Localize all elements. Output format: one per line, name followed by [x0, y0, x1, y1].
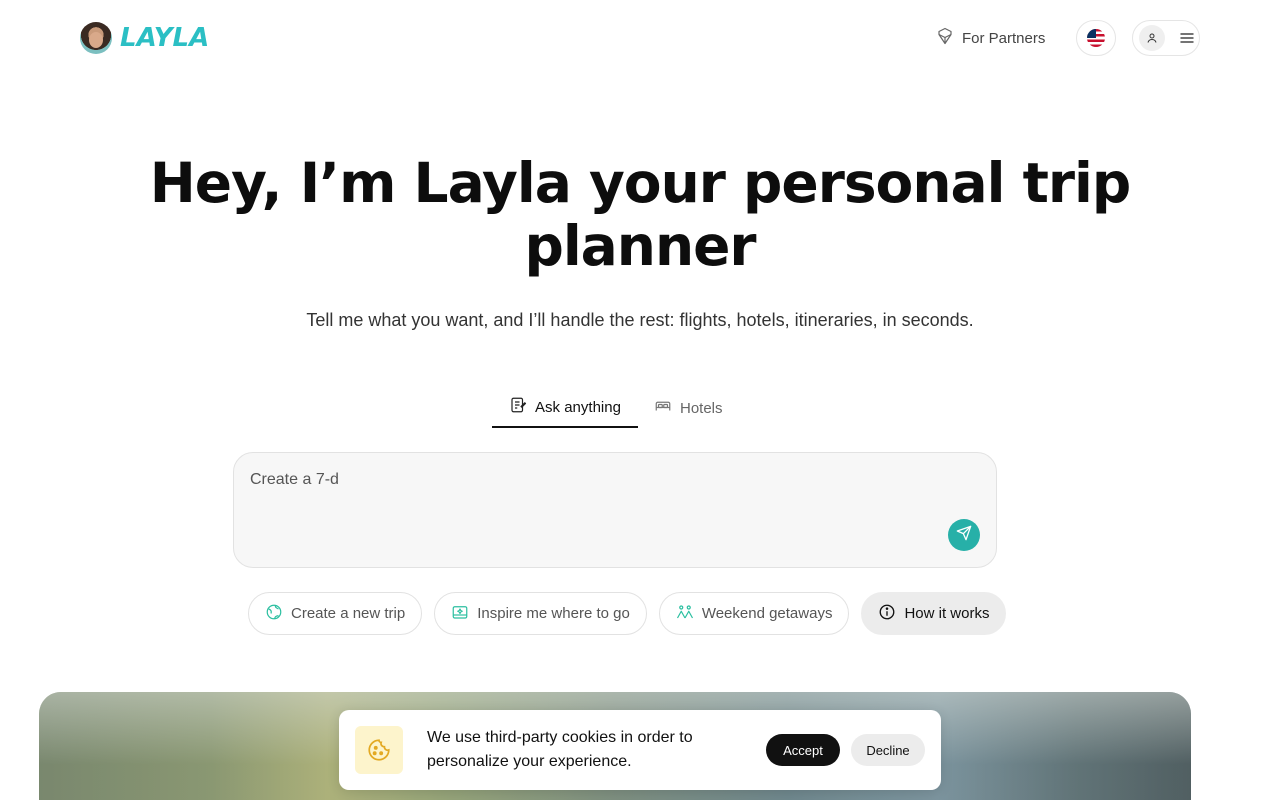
layla-avatar [80, 22, 112, 54]
user-icon [1139, 25, 1165, 51]
cookie-accept-button[interactable]: Accept [766, 734, 840, 766]
chip-how-it-works[interactable]: How it works [861, 592, 1007, 635]
prompt-input[interactable] [250, 471, 940, 551]
us-flag-icon [1087, 29, 1105, 47]
prompt-box [233, 452, 997, 568]
tab-label: Ask anything [535, 398, 621, 416]
partners-label: For Partners [962, 29, 1046, 47]
send-button[interactable] [948, 519, 980, 551]
mountain-people-icon [676, 603, 694, 625]
info-icon [878, 603, 896, 625]
chip-label: Create a new trip [291, 605, 406, 622]
cookie-decline-button[interactable]: Decline [851, 734, 925, 766]
hero-title: Hey, I’m Layla your personal trip planne… [149, 151, 1132, 278]
globe-icon [265, 603, 283, 625]
tab-label: Hotels [680, 399, 723, 417]
tab-ask-anything[interactable]: Ask anything [492, 388, 638, 428]
hamburger-menu-icon [1179, 30, 1195, 46]
bed-icon [654, 397, 672, 419]
mode-tabs: Ask anything Hotels [492, 388, 739, 428]
account-menu-button[interactable] [1132, 20, 1200, 56]
logo-text: LAYLA [120, 23, 210, 53]
chip-label: Weekend getaways [701, 605, 833, 622]
tab-hotels[interactable]: Hotels [638, 388, 739, 428]
chip-weekend-getaways[interactable]: Weekend getaways [658, 592, 850, 635]
partners-icon [936, 27, 954, 49]
notepad-icon [509, 396, 527, 418]
layla-logo[interactable]: LAYLA [80, 22, 209, 54]
chip-label: Inspire me where to go [477, 605, 630, 622]
chip-inspire-me[interactable]: Inspire me where to go [434, 592, 647, 635]
suggestion-chips: Create a new trip Inspire me where to go… [248, 592, 1007, 635]
sparkle-map-icon [451, 603, 469, 625]
hero-subtitle: Tell me what you want, and I’ll handle t… [306, 310, 974, 330]
cookie-icon [355, 726, 403, 774]
for-partners-link[interactable]: For Partners [936, 26, 1045, 50]
top-header: LAYLA For Partners [0, 0, 1280, 76]
cookie-message: We use third-party cookies in order to p… [427, 729, 693, 770]
chip-label: How it works [904, 605, 990, 622]
chip-create-new-trip[interactable]: Create a new trip [248, 592, 423, 635]
language-selector-button[interactable] [1076, 20, 1116, 56]
cookie-banner: We use third-party cookies in order to p… [339, 710, 941, 790]
send-icon [956, 525, 972, 546]
